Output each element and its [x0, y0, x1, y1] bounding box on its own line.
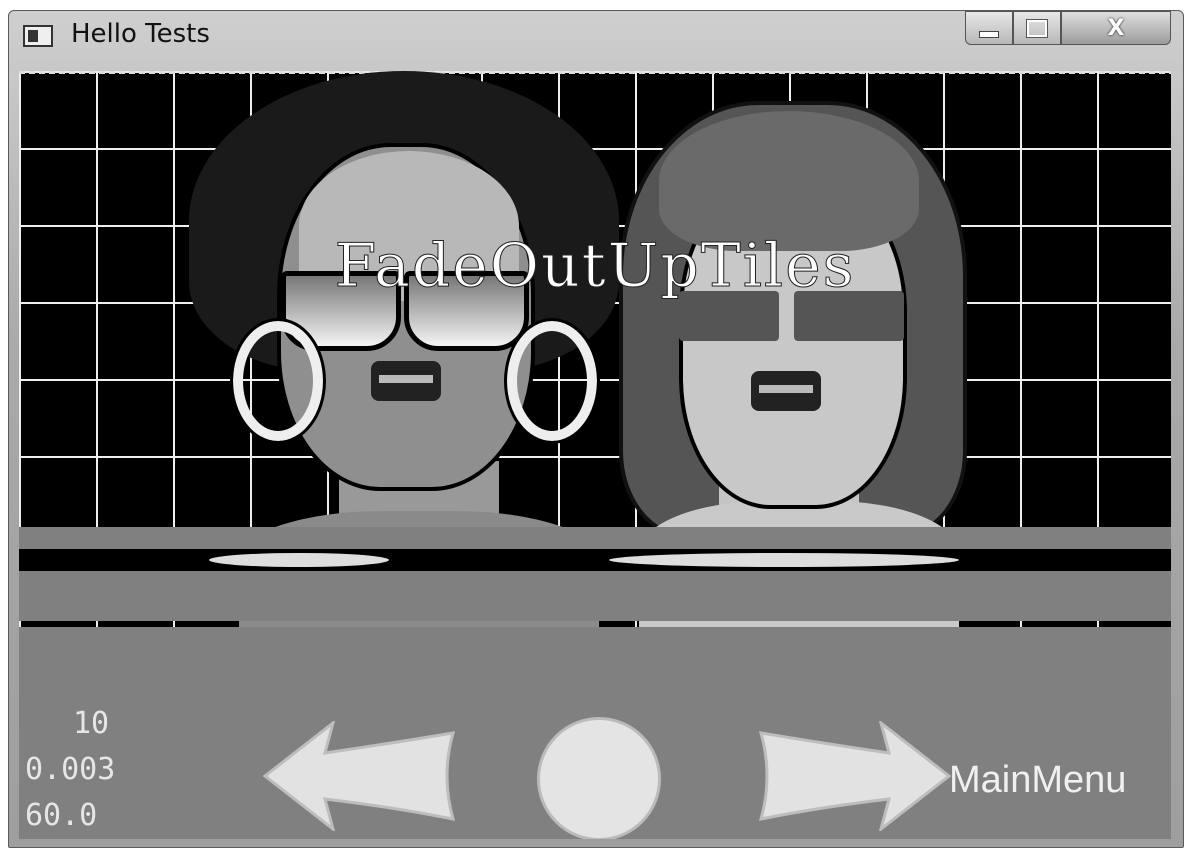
close-icon: X [1107, 15, 1125, 41]
sliver-highlight [609, 553, 959, 567]
character-left-mouth [371, 361, 441, 401]
app-icon [23, 25, 53, 47]
fade-tile-row [19, 571, 1171, 621]
fade-tile-row [19, 527, 1171, 549]
top-border [19, 71, 1171, 74]
game-canvas[interactable]: FadeOutUpTiles 10 0.003 60.0 MainMenu [19, 71, 1171, 839]
window-title: Hello Tests [71, 19, 210, 49]
fade-tile-row [19, 627, 1171, 687]
stats-line-2: 0.003 [25, 752, 116, 787]
title-bar[interactable]: Hello Tests X [9, 11, 1183, 67]
character-left-earring-right [504, 318, 600, 444]
right-arrow-icon [758, 721, 951, 831]
close-button[interactable]: X [1061, 11, 1171, 45]
character-left-earring-left [230, 318, 326, 444]
main-menu-button[interactable]: MainMenu [949, 759, 1126, 802]
restart-button[interactable] [537, 717, 661, 839]
maximize-icon [1026, 18, 1048, 38]
stats-line-1: 10 [73, 706, 110, 741]
left-arrow-icon [263, 721, 456, 831]
character-right-mouth [751, 371, 821, 411]
minimize-icon [979, 30, 999, 38]
stats-display: 10 0.003 60.0 [25, 701, 135, 839]
maximize-button[interactable] [1013, 11, 1061, 45]
stats-line-3: 60.0 [25, 798, 98, 833]
back-arrow-button[interactable] [263, 721, 463, 831]
minimize-button[interactable] [965, 11, 1013, 45]
effect-title: FadeOutUpTiles [334, 231, 856, 302]
next-arrow-button[interactable] [751, 721, 951, 831]
character-right-bangs [659, 111, 919, 251]
fade-tile-sliver [19, 549, 1171, 571]
sliver-highlight [209, 553, 389, 567]
app-window: Hello Tests X FadeOutUpTiles 10 0.003 60… [8, 10, 1184, 848]
window-controls: X [965, 11, 1171, 45]
